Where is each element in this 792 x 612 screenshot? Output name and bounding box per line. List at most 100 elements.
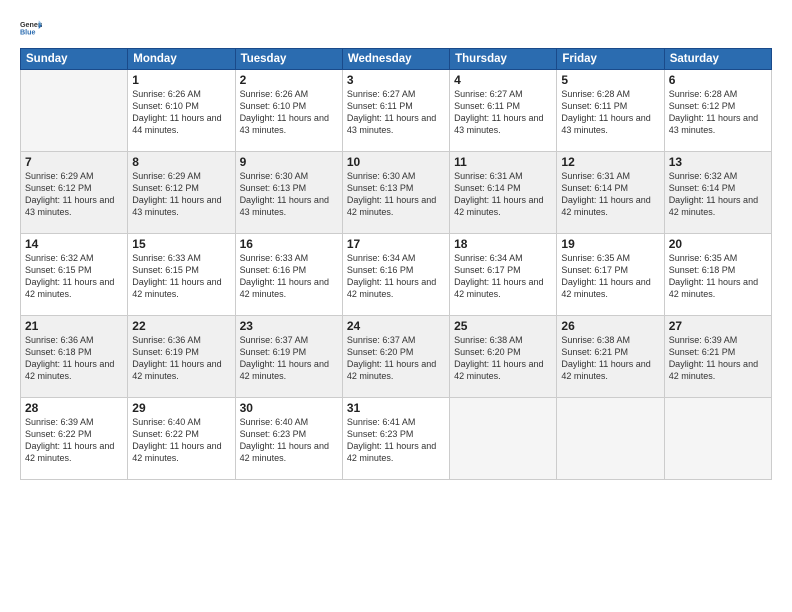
day-number: 27: [669, 319, 767, 333]
calendar-cell: 13Sunrise: 6:32 AMSunset: 6:14 PMDayligh…: [664, 152, 771, 234]
calendar-cell: [664, 398, 771, 480]
page: General Blue SundayMondayTuesdayWednesda…: [0, 0, 792, 612]
weekday-sunday: Sunday: [21, 49, 128, 70]
day-info: Sunrise: 6:41 AMSunset: 6:23 PMDaylight:…: [347, 416, 445, 465]
svg-text:Blue: Blue: [20, 29, 36, 37]
day-number: 16: [240, 237, 338, 251]
calendar-cell: 11Sunrise: 6:31 AMSunset: 6:14 PMDayligh…: [450, 152, 557, 234]
day-info: Sunrise: 6:35 AMSunset: 6:18 PMDaylight:…: [669, 252, 767, 301]
calendar-table: SundayMondayTuesdayWednesdayThursdayFrid…: [20, 48, 772, 480]
day-info: Sunrise: 6:30 AMSunset: 6:13 PMDaylight:…: [347, 170, 445, 219]
day-info: Sunrise: 6:33 AMSunset: 6:16 PMDaylight:…: [240, 252, 338, 301]
calendar-cell: 18Sunrise: 6:34 AMSunset: 6:17 PMDayligh…: [450, 234, 557, 316]
day-number: 30: [240, 401, 338, 415]
day-number: 11: [454, 155, 552, 169]
calendar-cell: 3Sunrise: 6:27 AMSunset: 6:11 PMDaylight…: [342, 70, 449, 152]
day-number: 29: [132, 401, 230, 415]
weekday-wednesday: Wednesday: [342, 49, 449, 70]
day-number: 1: [132, 73, 230, 87]
day-number: 31: [347, 401, 445, 415]
week-row-1: 1Sunrise: 6:26 AMSunset: 6:10 PMDaylight…: [21, 70, 772, 152]
calendar-cell: 17Sunrise: 6:34 AMSunset: 6:16 PMDayligh…: [342, 234, 449, 316]
day-info: Sunrise: 6:31 AMSunset: 6:14 PMDaylight:…: [561, 170, 659, 219]
calendar-cell: 4Sunrise: 6:27 AMSunset: 6:11 PMDaylight…: [450, 70, 557, 152]
day-info: Sunrise: 6:36 AMSunset: 6:19 PMDaylight:…: [132, 334, 230, 383]
day-number: 12: [561, 155, 659, 169]
day-info: Sunrise: 6:26 AMSunset: 6:10 PMDaylight:…: [132, 88, 230, 137]
day-info: Sunrise: 6:37 AMSunset: 6:20 PMDaylight:…: [347, 334, 445, 383]
day-info: Sunrise: 6:28 AMSunset: 6:11 PMDaylight:…: [561, 88, 659, 137]
calendar-cell: [21, 70, 128, 152]
week-row-3: 14Sunrise: 6:32 AMSunset: 6:15 PMDayligh…: [21, 234, 772, 316]
calendar-cell: 9Sunrise: 6:30 AMSunset: 6:13 PMDaylight…: [235, 152, 342, 234]
calendar-cell: 20Sunrise: 6:35 AMSunset: 6:18 PMDayligh…: [664, 234, 771, 316]
calendar-cell: 22Sunrise: 6:36 AMSunset: 6:19 PMDayligh…: [128, 316, 235, 398]
day-number: 6: [669, 73, 767, 87]
day-info: Sunrise: 6:30 AMSunset: 6:13 PMDaylight:…: [240, 170, 338, 219]
day-info: Sunrise: 6:32 AMSunset: 6:14 PMDaylight:…: [669, 170, 767, 219]
calendar-cell: 24Sunrise: 6:37 AMSunset: 6:20 PMDayligh…: [342, 316, 449, 398]
day-number: 15: [132, 237, 230, 251]
calendar-cell: [557, 398, 664, 480]
day-number: 4: [454, 73, 552, 87]
day-info: Sunrise: 6:32 AMSunset: 6:15 PMDaylight:…: [25, 252, 123, 301]
calendar-cell: 5Sunrise: 6:28 AMSunset: 6:11 PMDaylight…: [557, 70, 664, 152]
day-info: Sunrise: 6:38 AMSunset: 6:20 PMDaylight:…: [454, 334, 552, 383]
day-info: Sunrise: 6:40 AMSunset: 6:23 PMDaylight:…: [240, 416, 338, 465]
day-number: 5: [561, 73, 659, 87]
calendar-cell: 25Sunrise: 6:38 AMSunset: 6:20 PMDayligh…: [450, 316, 557, 398]
day-info: Sunrise: 6:33 AMSunset: 6:15 PMDaylight:…: [132, 252, 230, 301]
day-info: Sunrise: 6:39 AMSunset: 6:22 PMDaylight:…: [25, 416, 123, 465]
day-info: Sunrise: 6:31 AMSunset: 6:14 PMDaylight:…: [454, 170, 552, 219]
day-number: 17: [347, 237, 445, 251]
weekday-thursday: Thursday: [450, 49, 557, 70]
day-number: 18: [454, 237, 552, 251]
day-number: 7: [25, 155, 123, 169]
calendar-cell: 26Sunrise: 6:38 AMSunset: 6:21 PMDayligh…: [557, 316, 664, 398]
day-info: Sunrise: 6:36 AMSunset: 6:18 PMDaylight:…: [25, 334, 123, 383]
day-info: Sunrise: 6:26 AMSunset: 6:10 PMDaylight:…: [240, 88, 338, 137]
calendar-cell: 27Sunrise: 6:39 AMSunset: 6:21 PMDayligh…: [664, 316, 771, 398]
day-info: Sunrise: 6:35 AMSunset: 6:17 PMDaylight:…: [561, 252, 659, 301]
day-info: Sunrise: 6:37 AMSunset: 6:19 PMDaylight:…: [240, 334, 338, 383]
weekday-tuesday: Tuesday: [235, 49, 342, 70]
day-number: 23: [240, 319, 338, 333]
day-info: Sunrise: 6:34 AMSunset: 6:17 PMDaylight:…: [454, 252, 552, 301]
day-number: 28: [25, 401, 123, 415]
weekday-friday: Friday: [557, 49, 664, 70]
day-number: 24: [347, 319, 445, 333]
calendar-cell: 2Sunrise: 6:26 AMSunset: 6:10 PMDaylight…: [235, 70, 342, 152]
calendar-cell: 12Sunrise: 6:31 AMSunset: 6:14 PMDayligh…: [557, 152, 664, 234]
calendar-cell: 1Sunrise: 6:26 AMSunset: 6:10 PMDaylight…: [128, 70, 235, 152]
day-number: 10: [347, 155, 445, 169]
calendar-cell: 29Sunrise: 6:40 AMSunset: 6:22 PMDayligh…: [128, 398, 235, 480]
calendar-cell: 31Sunrise: 6:41 AMSunset: 6:23 PMDayligh…: [342, 398, 449, 480]
day-number: 26: [561, 319, 659, 333]
day-number: 22: [132, 319, 230, 333]
calendar-cell: 15Sunrise: 6:33 AMSunset: 6:15 PMDayligh…: [128, 234, 235, 316]
day-number: 8: [132, 155, 230, 169]
calendar-cell: 8Sunrise: 6:29 AMSunset: 6:12 PMDaylight…: [128, 152, 235, 234]
day-info: Sunrise: 6:40 AMSunset: 6:22 PMDaylight:…: [132, 416, 230, 465]
calendar-cell: 16Sunrise: 6:33 AMSunset: 6:16 PMDayligh…: [235, 234, 342, 316]
header: General Blue: [20, 18, 772, 40]
calendar-cell: 7Sunrise: 6:29 AMSunset: 6:12 PMDaylight…: [21, 152, 128, 234]
day-info: Sunrise: 6:28 AMSunset: 6:12 PMDaylight:…: [669, 88, 767, 137]
day-info: Sunrise: 6:29 AMSunset: 6:12 PMDaylight:…: [25, 170, 123, 219]
day-info: Sunrise: 6:38 AMSunset: 6:21 PMDaylight:…: [561, 334, 659, 383]
calendar-cell: 10Sunrise: 6:30 AMSunset: 6:13 PMDayligh…: [342, 152, 449, 234]
day-number: 14: [25, 237, 123, 251]
week-row-2: 7Sunrise: 6:29 AMSunset: 6:12 PMDaylight…: [21, 152, 772, 234]
calendar-cell: 21Sunrise: 6:36 AMSunset: 6:18 PMDayligh…: [21, 316, 128, 398]
weekday-header-row: SundayMondayTuesdayWednesdayThursdayFrid…: [21, 49, 772, 70]
general-blue-icon: General Blue: [20, 18, 42, 40]
day-info: Sunrise: 6:39 AMSunset: 6:21 PMDaylight:…: [669, 334, 767, 383]
day-number: 21: [25, 319, 123, 333]
day-number: 20: [669, 237, 767, 251]
day-number: 19: [561, 237, 659, 251]
calendar-cell: 19Sunrise: 6:35 AMSunset: 6:17 PMDayligh…: [557, 234, 664, 316]
day-number: 13: [669, 155, 767, 169]
day-number: 9: [240, 155, 338, 169]
calendar-cell: 23Sunrise: 6:37 AMSunset: 6:19 PMDayligh…: [235, 316, 342, 398]
day-number: 3: [347, 73, 445, 87]
